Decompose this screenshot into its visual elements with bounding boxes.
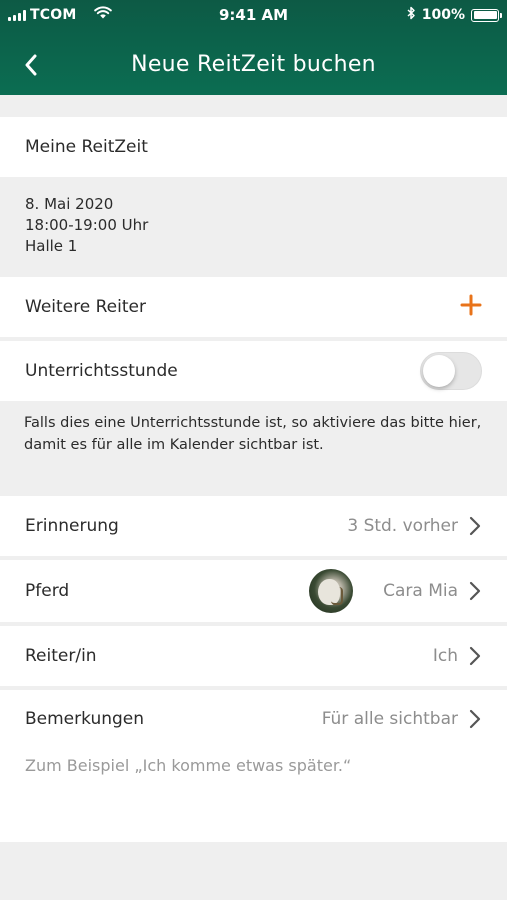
chevron-right-icon <box>468 646 482 666</box>
booking-location: Halle 1 <box>25 237 78 255</box>
my-reitzeit-heading-row: Meine ReitZeit <box>0 117 507 177</box>
status-bar: TCOM 9:41 AM 100% <box>0 0 507 28</box>
page-title: Neue ReitZeit buchen <box>131 52 376 77</box>
lesson-label: Unterrichtsstunde <box>25 361 178 381</box>
rider-label: Reiter/in <box>25 646 97 666</box>
battery-icon <box>471 8 502 22</box>
booking-time: 18:00-19:00 Uhr <box>25 216 149 234</box>
plus-icon[interactable] <box>460 294 482 321</box>
horse-label: Pferd <box>25 581 70 601</box>
my-reitzeit-heading: Meine ReitZeit <box>25 137 148 157</box>
horse-avatar <box>309 569 354 613</box>
rider-row[interactable]: Reiter/in Ich <box>0 626 507 686</box>
lesson-row: Unterrichtsstunde <box>0 341 507 401</box>
lesson-toggle[interactable] <box>420 352 482 390</box>
battery-percentage: 100% <box>421 7 465 23</box>
remarks-visibility: Für alle sichtbar <box>321 709 458 729</box>
chevron-right-icon <box>468 516 482 536</box>
booking-details: 8. Mai 2020 18:00-19:00 Uhr Halle 1 <box>0 194 507 274</box>
remarks-placeholder: Zum Beispiel „Ich komme etwas später.“ <box>25 756 352 775</box>
rider-value: Ich <box>432 646 458 666</box>
horse-row[interactable]: Pferd Cara Mia <box>0 560 507 622</box>
additional-riders-label: Weitere Reiter <box>25 297 146 317</box>
booking-date: 8. Mai 2020 <box>25 195 114 213</box>
remarks-input[interactable]: Zum Beispiel „Ich komme etwas später.“ <box>0 748 507 842</box>
reminder-label: Erinnerung <box>25 516 119 536</box>
remarks-row[interactable]: Bemerkungen Für alle sichtbar <box>0 690 507 748</box>
reminder-row[interactable]: Erinnerung 3 Std. vorher <box>0 496 507 556</box>
toggle-knob <box>423 355 455 387</box>
horse-value: Cara Mia <box>383 581 458 601</box>
reminder-value: 3 Std. vorher <box>347 516 458 536</box>
chevron-right-icon <box>468 709 482 729</box>
remarks-label: Bemerkungen <box>25 709 145 729</box>
bluetooth-icon <box>407 6 416 24</box>
chevron-right-icon <box>468 581 482 601</box>
lesson-hint: Falls dies eine Unterrichtsstunde ist, s… <box>0 412 507 482</box>
additional-riders-row[interactable]: Weitere Reiter <box>0 277 507 337</box>
app-header: TCOM 9:41 AM 100% Neue ReitZeit buchen <box>0 0 507 95</box>
